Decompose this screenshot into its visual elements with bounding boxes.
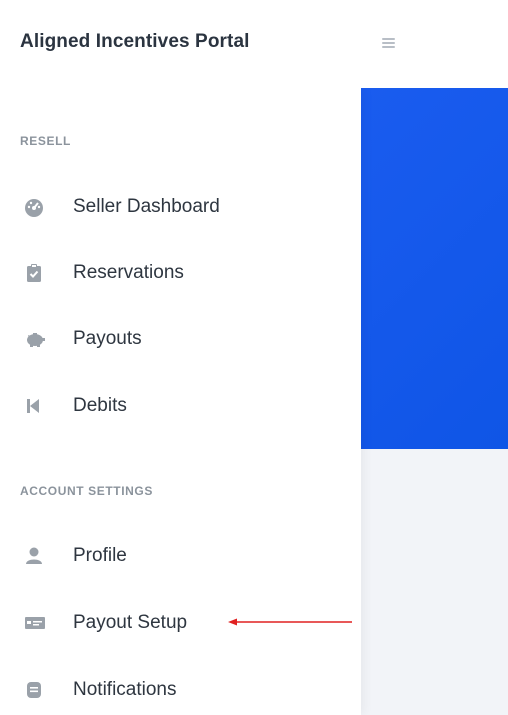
sidebar-item-label: Notifications [73, 679, 177, 700]
sidebar-item-profile[interactable]: Profile [0, 534, 361, 578]
money-check-icon [24, 613, 45, 633]
sidebar-item-label: Profile [73, 545, 127, 566]
gauge-icon [24, 197, 44, 217]
sidebar-item-label: Payouts [73, 328, 142, 349]
hamburger-menu-icon[interactable] [382, 38, 395, 48]
sidebar-item-label: Debits [73, 395, 127, 416]
piggy-bank-icon [24, 329, 45, 349]
section-heading-resell: RESELL [20, 134, 71, 148]
top-bar: Aligned Incentives Portal [0, 0, 508, 88]
user-icon [24, 546, 44, 566]
annotation-arrow-icon [228, 618, 352, 626]
notification-icon [24, 680, 44, 700]
sidebar-item-notifications[interactable]: Notifications [0, 668, 361, 712]
section-heading-account-settings: ACCOUNT SETTINGS [20, 484, 153, 498]
sidebar-item-label: Reservations [73, 262, 184, 283]
sidebar-item-reservations[interactable]: Reservations [0, 251, 361, 295]
sidebar-item-debits[interactable]: Debits [0, 384, 361, 428]
clipboard-check-icon [24, 263, 44, 283]
portal-page: Aligned Incentives Portal RESELL Seller … [0, 0, 508, 715]
sidebar-item-seller-dashboard[interactable]: Seller Dashboard [0, 185, 361, 229]
sidebar-item-label: Seller Dashboard [73, 196, 220, 217]
sidebar-item-label: Payout Setup [73, 612, 188, 633]
hero-banner [361, 88, 508, 449]
main-content [361, 0, 508, 715]
app-title[interactable]: Aligned Incentives Portal [20, 31, 250, 53]
step-backward-icon [24, 396, 44, 416]
sidebar-item-payouts[interactable]: Payouts [0, 317, 361, 361]
